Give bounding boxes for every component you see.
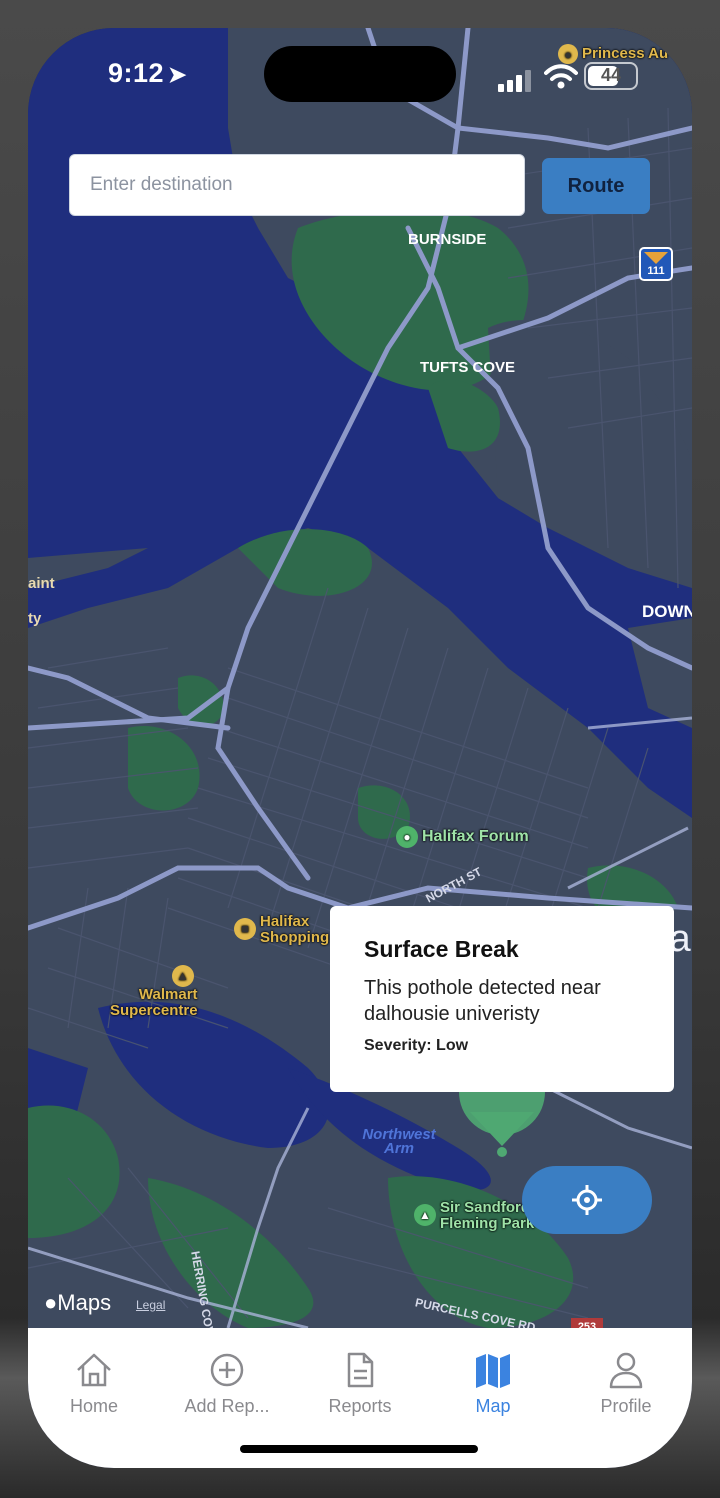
poi-walmart-line-2: Supercentre (110, 1002, 198, 1019)
plus-circle-icon (210, 1353, 244, 1387)
tab-map[interactable]: Map (427, 1350, 559, 1417)
house-icon (77, 1353, 111, 1387)
crosshair-icon (572, 1185, 602, 1215)
tab-profile-label: Profile (600, 1396, 652, 1416)
phone-screen: 111 253 BURNSIDE TUFTS COVE DOWN aint ty… (28, 28, 692, 1468)
poi-walmart[interactable]: ▲ Walmart Supercentre (110, 961, 198, 1019)
map-view[interactable]: 111 253 BURNSIDE TUFTS COVE DOWN aint ty… (28, 28, 692, 1364)
battery-level: 44 (600, 65, 622, 85)
document-icon (347, 1352, 374, 1388)
map-label-left-1: aint (28, 575, 55, 592)
tab-home[interactable]: Home (28, 1350, 160, 1417)
locate-me-button[interactable] (522, 1166, 652, 1234)
map-label-downtown: DOWN (642, 602, 692, 621)
battery-indicator: 44 (584, 62, 638, 90)
status-time-text: 9:12 (108, 58, 165, 88)
map-icon (476, 1354, 510, 1388)
tab-reports[interactable]: Reports (294, 1350, 426, 1417)
water-label-northwest-arm: Northwest Arm (354, 1127, 444, 1157)
home-indicator[interactable] (240, 1445, 478, 1453)
shopping-bag-icon: ■ (234, 918, 256, 940)
location-arrow-icon: ➤ (168, 62, 187, 87)
callout-title: Surface Break (364, 936, 519, 962)
callout-severity: Severity: Low (364, 1037, 469, 1054)
tab-home-label: Home (69, 1396, 118, 1416)
pothole-callout[interactable]: Surface Break This pothole detected near… (330, 906, 674, 1092)
map-label-left-2: ty (28, 610, 42, 627)
apple-logo-icon: ● (44, 1290, 58, 1315)
wifi-icon (544, 64, 578, 89)
tree-icon: ▲ (414, 1204, 436, 1226)
maps-brand-text: Maps (57, 1290, 112, 1315)
poi-halifax-forum-label: Halifax Forum (422, 828, 529, 846)
status-time: 9:12 ➤ (108, 58, 187, 89)
tab-profile[interactable]: Profile (560, 1350, 692, 1417)
tab-reports-label: Reports (328, 1396, 392, 1416)
tab-add-report-label: Add Rep... (184, 1396, 270, 1416)
highway-111-label: 111 (647, 265, 664, 277)
destination-input[interactable]: Enter destination (69, 154, 525, 216)
apple-maps-logo: ●Maps (44, 1290, 111, 1316)
route-253-label: 253 (578, 1321, 596, 1328)
person-icon (609, 1352, 643, 1389)
cart-icon: ▲ (171, 965, 194, 987)
legal-link[interactable]: Legal (136, 1298, 165, 1312)
cellular-signal-icon (498, 70, 531, 92)
forum-icon: ● (396, 826, 418, 848)
map-label-tufts-cove: TUFTS COVE (420, 359, 516, 376)
poi-park-line-1: Sir Sandford (440, 1199, 531, 1216)
tab-map-label: Map (475, 1396, 511, 1416)
status-bar: 9:12 ➤ 44 (28, 46, 692, 102)
poi-halifax-forum[interactable]: ● Halifax Forum (396, 826, 529, 848)
dynamic-island (264, 46, 456, 102)
poi-sir-sandford-fleming-park[interactable]: ▲ Sir Sandford Fleming Park (414, 1200, 534, 1232)
tab-add-report[interactable]: Add Rep... (161, 1350, 293, 1417)
route-button[interactable]: Route (542, 158, 650, 214)
callout-description: This pothole detected near dalhousie uni… (364, 977, 601, 1025)
water-label-line-2: Arm (383, 1140, 414, 1157)
map-label-burnside: BURNSIDE (408, 231, 487, 248)
poi-park-line-2: Fleming Park (440, 1215, 535, 1232)
